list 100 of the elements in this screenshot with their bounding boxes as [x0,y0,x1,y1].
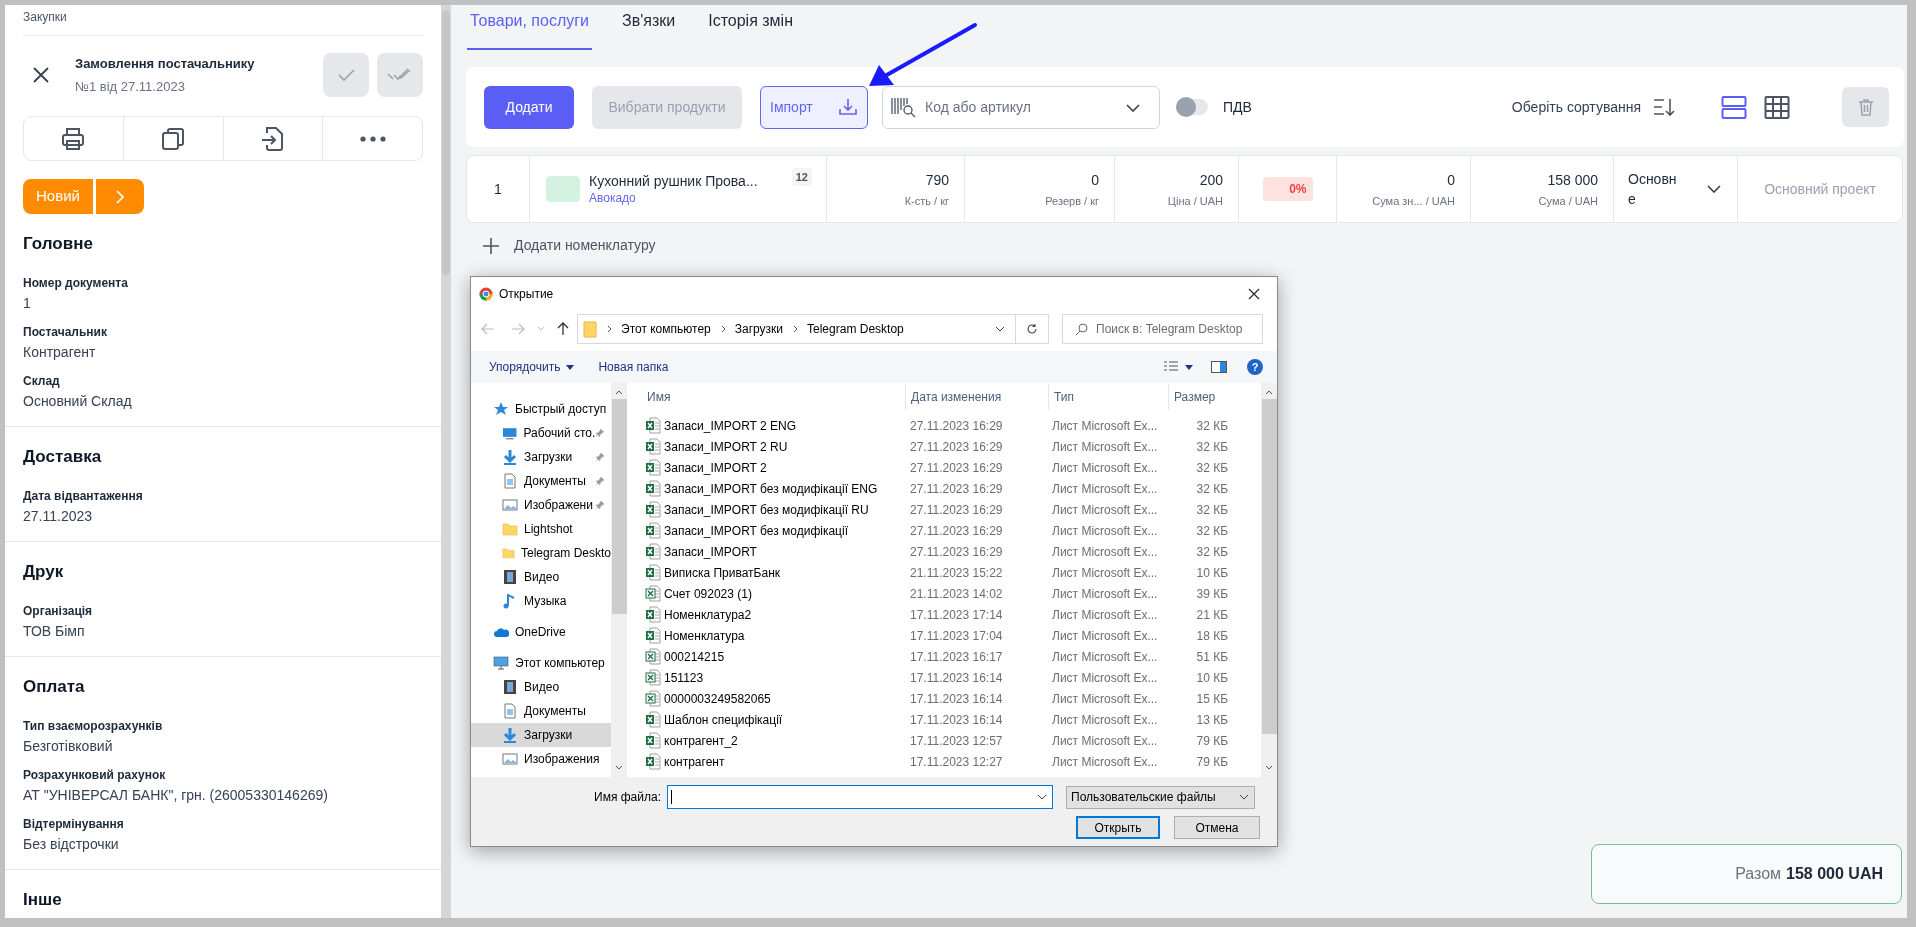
add-item-button[interactable]: Додати номенклатуру [483,235,656,256]
rows-view-icon[interactable] [1721,94,1747,120]
tab[interactable]: Зв'язки [619,5,679,50]
file-row[interactable]: Запаси_IMPORT 2 RU 27.11.2023 16:29 Лист Microsoft Ex... 32 КБ [645,436,1261,457]
view-options-icon[interactable] [1163,360,1195,374]
file-row[interactable]: 151123 17.11.2023 16:14 Лист Microsoft Ex... 10 КБ [645,667,1261,688]
cell-caption: Сума / UAH [1538,193,1598,209]
file-row[interactable]: Запаси_IMPORT 2 ENG 27.11.2023 16:29 Лист Microsoft Ex... 32 КБ [645,415,1261,436]
vat-toggle[interactable] [1176,99,1208,115]
folder-icon [502,521,518,537]
document-subtitle: №1 від 27.11.2023 [75,77,186,96]
nav-item[interactable]: Рабочий сто. [471,421,611,445]
download-icon [502,449,518,465]
scroll-down-icon[interactable] [615,765,623,771]
path-segment[interactable]: Загрузки [734,319,784,338]
field-label: Відтермінування [23,816,125,832]
quantity-badge: 12 [791,168,812,186]
nav-item[interactable]: Видео [471,675,611,699]
up-icon[interactable] [557,321,569,336]
file-row[interactable]: Запаси_IMPORT 27.11.2023 16:29 Лист Microsoft Ex... 32 КБ [645,541,1261,562]
file-name-field[interactable] [667,785,1053,809]
file-row[interactable]: Шаблон специфікації 17.11.2023 16:14 Лист Microsoft Ex... 13 КБ [645,709,1261,730]
field-value: Без відстрочки [23,835,120,854]
trash-icon [1857,98,1874,116]
column-header[interactable]: Тип [1048,384,1168,410]
file-type-dropdown[interactable]: Пользовательские файлы [1066,785,1255,809]
preview-pane-icon[interactable] [1211,361,1227,373]
scrollbar[interactable] [611,383,627,777]
scrollbar[interactable] [441,5,451,918]
nav-item[interactable]: Загрузки [471,723,611,747]
variant-link[interactable]: Авокадо [589,190,758,206]
tab[interactable]: Товари, послуги [467,5,593,50]
nav-item[interactable]: Быстрый доступ [471,397,611,421]
file-row[interactable]: Номенклатура 17.11.2023 17:04 Лист Microsoft Ex... 18 КБ [645,625,1261,646]
field-value: 27.11.2023 [23,507,94,526]
item-row[interactable]: 1 Кухонний рушник Прова... Авокадо 12 790 К-сть / кг 0 Резерв / кг 200 Ціна / UAH 0% 0 Сума зн... / UAH 158 000 Сума / UAH Основне Основний проект [466,155,1903,223]
total-label: Разом [1735,864,1782,884]
nav-item[interactable]: Музыка [471,589,611,613]
section-heading: Друк [23,561,65,583]
path-segment[interactable]: Этот компьютер [621,319,711,338]
scrollbar[interactable] [1261,383,1277,777]
file-row[interactable]: Номенклатура2 17.11.2023 17:14 Лист Microsoft Ex... 21 КБ [645,604,1261,625]
nav-item[interactable]: OneDrive [471,620,611,644]
file-row[interactable]: 000214215 17.11.2023 16:17 Лист Microsoft Ex... 51 КБ [645,646,1261,667]
nav-item[interactable]: Документы [471,699,611,723]
cell-caption: К-сть / кг [904,193,949,209]
address-bar[interactable]: Этот компьютер Загрузки Telegram Desktop [577,313,1049,344]
sort-button[interactable]: Оберіть сортування [1511,96,1641,118]
file-arrow-icon [260,125,285,152]
column-header[interactable]: Размер [1168,384,1228,410]
chevron-down-icon[interactable] [995,325,1005,332]
field-value: Основний Склад [23,392,133,411]
copy-icon [161,126,186,151]
column-header[interactable]: Дата изменения [905,384,1048,410]
nav-item[interactable]: Изображени [471,493,611,517]
new-folder-button[interactable]: Новая папка [598,358,669,376]
spreadsheet-file-icon [645,690,661,707]
organize-menu[interactable]: Упорядочить [489,358,575,376]
file-row[interactable]: контрагент 17.11.2023 12:27 Лист Microsoft Ex... 79 КБ [645,751,1261,772]
tab[interactable]: Історія змін [705,5,796,50]
nav-item[interactable]: Этот компьютер [471,651,611,675]
file-row[interactable]: контрагент_2 17.11.2023 12:57 Лист Microsoft Ex... 79 КБ [645,730,1261,751]
open-button[interactable]: Открыть [1076,816,1160,839]
search-field[interactable]: Поиск в: Telegram Desktop [1062,313,1263,344]
path-segment[interactable]: Telegram Desktop [807,319,904,338]
file-row[interactable]: Виписка ПриватБанк 21.11.2023 15:22 Лист Microsoft Ex... 10 КБ [645,562,1261,583]
video-icon [502,569,518,585]
search-icon [1075,322,1088,336]
chevron-right-icon [115,189,124,204]
nav-item[interactable]: Документы [471,469,611,493]
nav-item[interactable]: Telegram Deskto [471,541,611,565]
field-label: Організація [23,603,94,619]
file-row[interactable]: Запаси_IMPORT без модифікації ENG 27.11.2023 16:29 Лист Microsoft Ex... 32 КБ [645,478,1261,499]
nav-item[interactable]: Видео [471,565,611,589]
sort-icon[interactable] [1653,97,1675,117]
help-button[interactable]: ? [1247,359,1263,375]
cancel-button[interactable]: Отмена [1174,816,1260,839]
add-button[interactable]: Додати [484,85,574,129]
search-field[interactable]: Код або артикул [882,85,1160,129]
scroll-down-icon[interactable] [1265,765,1273,771]
section-heading: Доставка [23,446,103,468]
breadcrumb[interactable]: Закупки [23,5,423,36]
file-row[interactable]: Запаси_IMPORT без модифікації RU 27.11.2023 16:29 Лист Microsoft Ex... 32 КБ [645,499,1261,520]
scroll-up-icon[interactable] [615,389,623,395]
spreadsheet-file-icon [645,669,661,686]
column-header[interactable]: Имя [645,384,905,410]
scroll-up-icon[interactable] [1265,389,1273,395]
import-button[interactable]: Імпорт [760,85,868,129]
chevron-down-icon[interactable] [1126,103,1140,112]
warehouse-select[interactable]: Основне [1614,156,1738,222]
nav-item[interactable]: Lightshot [471,517,611,541]
file-row[interactable]: 0000003249582065 17.11.2023 16:14 Лист Microsoft Ex... 15 КБ [645,688,1261,709]
nav-item[interactable]: Изображения [471,747,611,771]
file-row[interactable]: Запаси_IMPORT без модифікації 27.11.2023 16:29 Лист Microsoft Ex... 32 КБ [645,520,1261,541]
nav-item[interactable]: Загрузки [471,445,611,469]
file-row[interactable]: Запаси_IMPORT 2 27.11.2023 16:29 Лист Microsoft Ex... 32 КБ [645,457,1261,478]
product-name[interactable]: Кухонний рушник Прова... [589,172,758,190]
grid-view-icon[interactable] [1764,94,1790,120]
file-row[interactable]: Счет 092023 (1) 21.11.2023 14:02 Лист Microsoft Ex... 39 КБ [645,583,1261,604]
section-heading: Головне [23,233,94,255]
